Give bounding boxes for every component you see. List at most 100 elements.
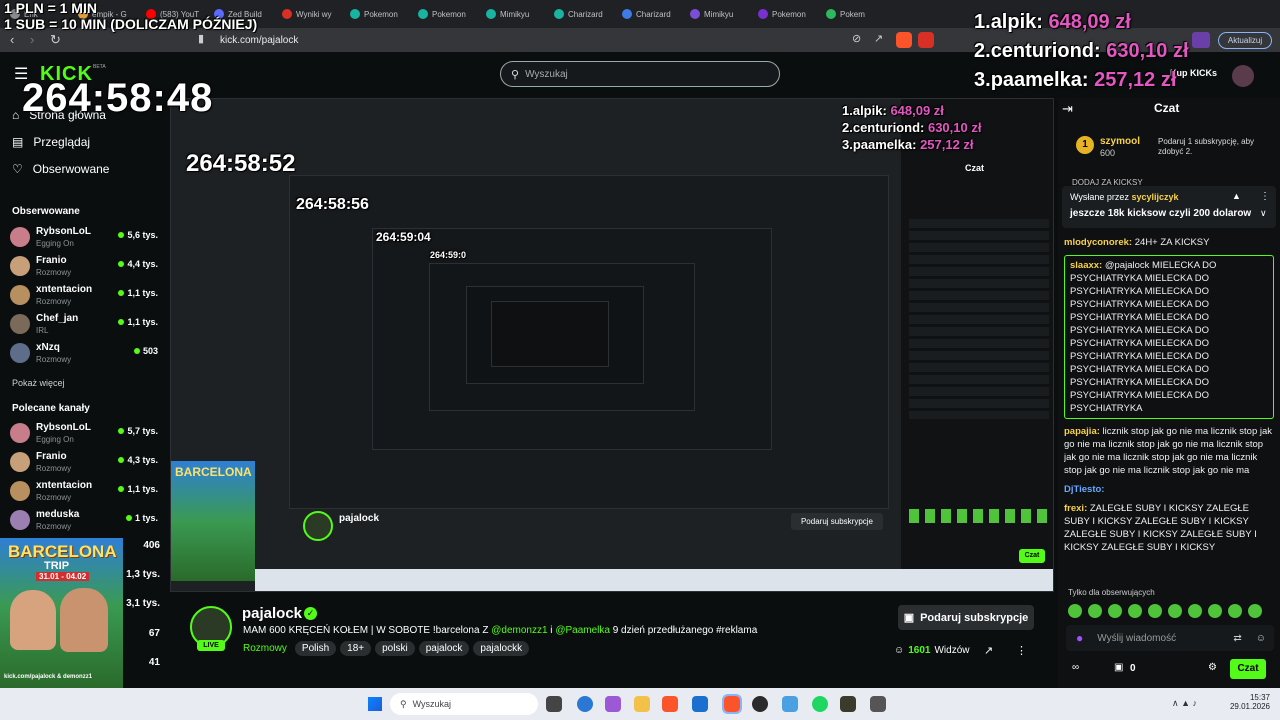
game-icon[interactable] <box>840 696 856 712</box>
file-explorer-icon[interactable] <box>634 696 650 712</box>
more-options-icon[interactable]: ⋮ <box>1016 644 1027 657</box>
sidebar-channel[interactable]: RybsonLoL Egging On 5,7 tys. <box>10 420 160 448</box>
kick-points-icon[interactable]: ∞ <box>1072 662 1079 673</box>
extension-icon[interactable] <box>918 32 934 48</box>
chat-message[interactable]: frexi: ZALEGŁE SUBY I KICKSY ZALEGŁE SUB… <box>1064 502 1274 554</box>
bookmark-icon[interactable]: ▮ <box>198 32 204 45</box>
store-icon[interactable] <box>692 696 708 712</box>
taskbar-clock[interactable]: 15:37 29.01.2026 <box>1226 693 1270 711</box>
mic-icon[interactable]: ● <box>1076 631 1083 645</box>
show-more-link[interactable]: Pokaż więcej <box>12 378 65 388</box>
pinned-menu-icon[interactable]: ⋮ <box>1260 191 1270 202</box>
photos-icon[interactable] <box>782 696 798 712</box>
emote-icon[interactable] <box>1208 604 1222 618</box>
sidebar-channel[interactable]: Chef_jan IRL 1,1 tys. <box>10 311 160 339</box>
emote-icon[interactable] <box>1128 604 1142 618</box>
chat-username[interactable]: frexi: <box>1064 503 1087 514</box>
category-link[interactable]: Rozmowy <box>243 643 287 654</box>
video-player[interactable]: pajalock Podaruj subskrypcje Czat Czat B… <box>170 98 1054 592</box>
sidebar-channel[interactable]: Franio Rozmowy 4,3 tys. <box>10 449 160 477</box>
chat-message[interactable]: papajia: licznik stop jak go nie ma licz… <box>1064 425 1274 477</box>
tag-pajalock[interactable]: pajalock <box>418 641 470 656</box>
reload-icon[interactable]: ↻ <box>50 32 61 48</box>
sidebar-link-following[interactable]: ♡ Obserwowane <box>12 162 109 176</box>
browser-tab[interactable]: Pokemon <box>412 3 478 25</box>
teams-icon[interactable] <box>605 696 621 712</box>
browser-tab[interactable]: Mimikyu <box>684 3 750 25</box>
windows-start-icon[interactable] <box>368 697 382 711</box>
share-stream-icon[interactable]: ↗ <box>984 644 993 657</box>
no-tracking-icon[interactable]: ⊘ <box>852 32 861 45</box>
chat-message[interactable]: slaaxx: @pajalock MIELECKA DO PSYCHIATRY… <box>1064 255 1274 419</box>
sidebar-channel[interactable]: xntentacion Rozmowy 1,1 tys. <box>10 282 160 310</box>
emote-icon[interactable] <box>1068 604 1082 618</box>
chat-username[interactable]: papajia: <box>1064 426 1100 437</box>
emote-icon[interactable] <box>1188 604 1202 618</box>
url-field[interactable]: kick.com/pajalock <box>220 33 940 49</box>
sidebar-link-browse[interactable]: ▤ Przeglądaj <box>12 135 90 149</box>
sidebar-channel[interactable]: meduska Rozmowy 1 tys. <box>10 507 160 535</box>
emote-icon[interactable] <box>1248 604 1262 618</box>
emote-icon[interactable] <box>1228 604 1242 618</box>
pinned-message[interactable]: Wysłane przez sycylijczyk jeszcze 18k ki… <box>1062 186 1276 228</box>
tag-polish[interactable]: Polish <box>294 641 337 656</box>
sidebar-channel[interactable]: Franio Rozmowy 4,4 tys. <box>10 253 160 281</box>
top-gifter-name[interactable]: szymool <box>1100 136 1140 147</box>
browser-tab[interactable]: Pokemon <box>344 3 410 25</box>
emote-icon[interactable] <box>1088 604 1102 618</box>
emote-icon[interactable] <box>1148 604 1162 618</box>
search-input[interactable]: ⚲ Wyszukaj <box>500 61 780 87</box>
chat-username[interactable]: mlodyconorek: <box>1064 237 1132 248</box>
browser-tab[interactable]: Mimikyu <box>480 3 546 25</box>
app-icon[interactable] <box>870 696 886 712</box>
send-chat-button[interactable]: Czat <box>1230 659 1266 679</box>
browser-tab[interactable]: Wyniki wy <box>276 3 342 25</box>
streamer-name[interactable]: pajalock <box>242 605 302 622</box>
chat-message[interactable]: DjTiesto: <box>1064 483 1274 496</box>
chat-username[interactable]: DjTiesto: <box>1064 484 1104 495</box>
chat-settings-icon[interactable]: ⚙ <box>1208 662 1217 673</box>
pin-icon[interactable]: ▲ <box>1232 191 1241 201</box>
tag-pajalockk[interactable]: pajalockk <box>473 641 530 656</box>
brave-active-icon[interactable] <box>722 694 742 714</box>
update-button[interactable]: Aktualizuj <box>1218 32 1272 49</box>
tag-18plus[interactable]: 18+ <box>340 641 372 656</box>
kicks-icon[interactable]: ▣ <box>1114 662 1123 673</box>
obs-icon[interactable] <box>752 696 768 712</box>
tag-polski[interactable]: polski <box>375 641 415 656</box>
chat-message[interactable]: mlodyconorek: 24H+ ZA KICKSY <box>1064 236 1274 249</box>
chat-input[interactable]: ● Wyślij wiadomość ⇄ ☺ <box>1066 625 1274 651</box>
browser-tab[interactable]: Charizard <box>548 3 614 25</box>
mention-demonzz1[interactable]: @demonzz1 <box>491 625 547 636</box>
donation-rules: 1 PLN = 1 MIN 1 SUB = 10 MIN (DOLICZAM P… <box>4 0 257 32</box>
brave-icon[interactable] <box>662 696 678 712</box>
sidebar-channel[interactable]: RybsonLoL Egging On 5,6 tys. <box>10 224 160 252</box>
user-avatar[interactable] <box>1232 65 1254 87</box>
emote-icon[interactable] <box>1108 604 1122 618</box>
browser-tab[interactable]: Charizard <box>616 3 682 25</box>
browser-tab[interactable]: Pokem <box>820 3 886 25</box>
emoji-icon[interactable]: ☺ <box>1256 633 1266 644</box>
sidebar-channel[interactable]: xntentacion Rozmowy 1,1 tys. <box>10 478 160 506</box>
pinned-expand-icon[interactable]: ∨ <box>1260 208 1267 219</box>
mention-paamelka[interactable]: @Paamelka <box>555 625 610 636</box>
sidebar-channel[interactable]: xNzq Rozmowy 503 <box>10 340 160 368</box>
translate-icon[interactable]: ⇄ <box>1233 633 1241 644</box>
channel-name: meduska <box>36 509 80 520</box>
spotify-icon[interactable] <box>812 696 828 712</box>
copilot-icon[interactable] <box>577 696 593 712</box>
forward-icon[interactable]: › <box>30 32 34 47</box>
task-view-icon[interactable] <box>546 696 562 712</box>
emote-bar[interactable] <box>1068 604 1274 618</box>
chat-username[interactable]: slaaxx: <box>1070 260 1102 271</box>
taskbar-search[interactable]: ⚲ Wyszukaj <box>390 693 538 715</box>
tray-icons[interactable]: ∧ ▲ ♪ <box>1172 698 1197 709</box>
collapse-chat-icon[interactable]: ⇥ <box>1062 101 1073 117</box>
back-icon[interactable]: ‹ <box>10 32 14 47</box>
brave-shield-icon[interactable] <box>896 32 912 48</box>
browser-tab[interactable]: Pokemon <box>752 3 818 25</box>
profile-icon[interactable] <box>1192 32 1210 48</box>
emote-icon[interactable] <box>1168 604 1182 618</box>
share-icon[interactable]: ↗ <box>874 32 883 45</box>
gift-sub-button[interactable]: ▣ Podaruj subskrypcje <box>898 605 1034 630</box>
